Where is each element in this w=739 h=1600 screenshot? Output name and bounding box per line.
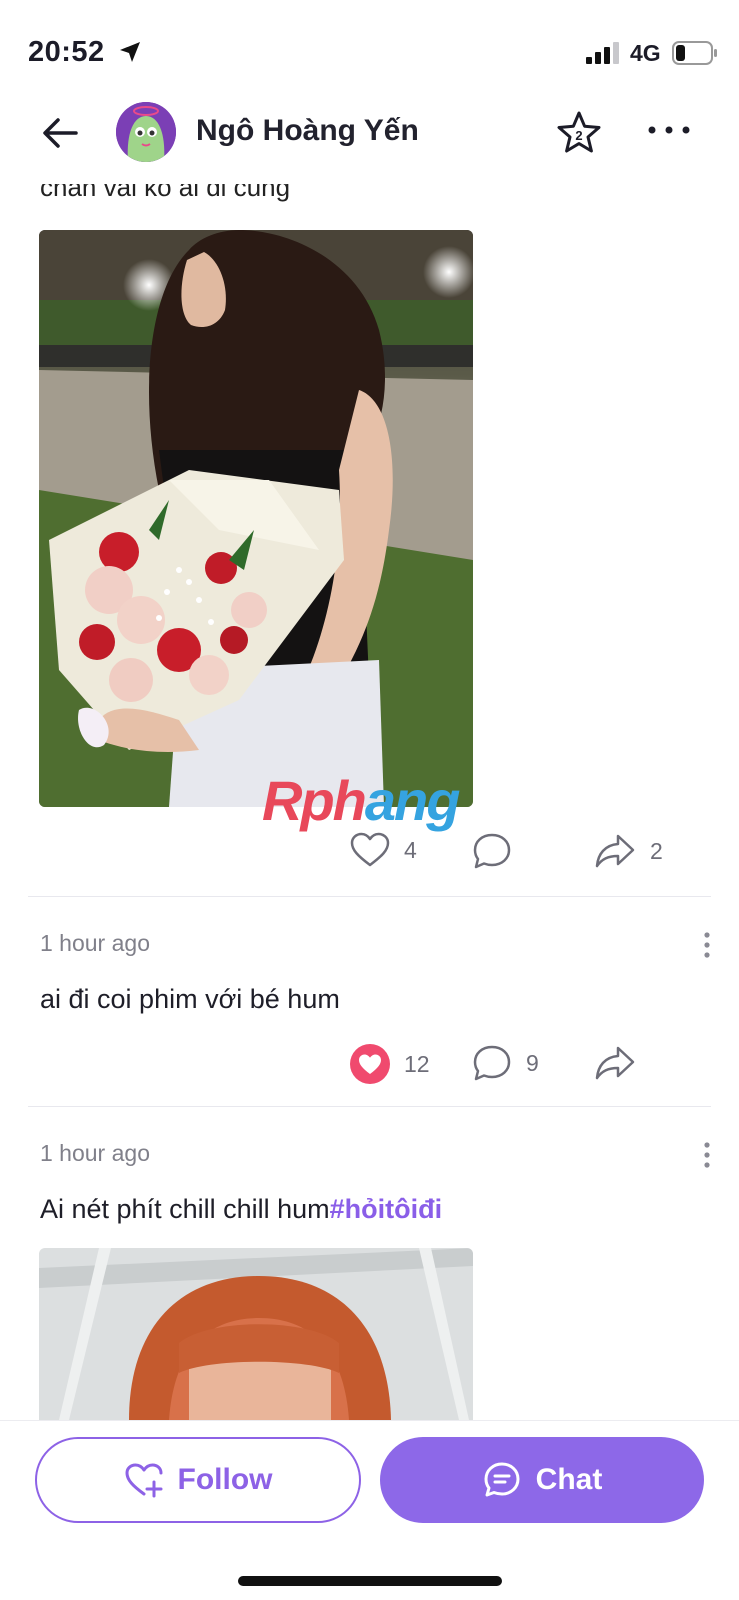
watermark-part1: Rph <box>262 769 367 832</box>
photo-red-haired-woman <box>39 1248 473 1420</box>
heart-plus-icon <box>125 1463 162 1498</box>
share-arrow-icon <box>595 1046 635 1080</box>
post-timestamp: 1 hour ago <box>40 930 150 956</box>
post-menu-icon[interactable] <box>700 930 714 960</box>
chat-label: Chat <box>535 1463 603 1496</box>
bottom-action-bar: Follow Chat <box>0 1420 739 1600</box>
more-options-icon[interactable] <box>646 112 692 148</box>
share-count: 2 <box>650 837 663 864</box>
profile-header: Ngô Hoàng Yến 2 <box>0 98 739 184</box>
post-text: Ai nét phít chill chill hum#hỏitôiđi <box>40 1194 442 1225</box>
like-count: 4 <box>404 836 417 863</box>
heart-filled-icon <box>350 1044 390 1084</box>
hashtag-link[interactable]: #hỏitôiđi <box>330 1194 442 1224</box>
status-bar: 20:52 4G <box>0 0 739 100</box>
like-count: 12 <box>404 1050 430 1077</box>
comment-button[interactable] <box>472 832 512 870</box>
signal-icon <box>586 42 619 64</box>
avatar[interactable] <box>116 102 176 162</box>
battery-icon <box>672 41 717 65</box>
post-photo[interactable] <box>39 230 473 807</box>
network-type: 4G <box>630 40 661 66</box>
status-time: 20:52 <box>28 36 105 68</box>
share-button[interactable] <box>594 1044 636 1082</box>
post-timestamp: 1 hour ago <box>40 1140 150 1166</box>
post-body: Ai nét phít chill chill hum <box>40 1194 330 1224</box>
watermark: Rphang <box>262 768 461 833</box>
chat-button[interactable]: Chat <box>380 1437 704 1523</box>
follow-label: Follow <box>177 1463 273 1496</box>
like-button[interactable]: 4 <box>350 832 417 868</box>
heart-outline-icon <box>350 832 390 867</box>
like-button[interactable]: 12 <box>350 1044 430 1084</box>
comment-count: 9 <box>526 1049 539 1076</box>
home-indicator[interactable] <box>238 1576 502 1586</box>
post-divider <box>28 1106 711 1107</box>
comment-bubble-icon <box>473 833 511 869</box>
back-arrow-icon[interactable] <box>36 108 86 158</box>
comment-bubble-icon <box>473 1045 511 1081</box>
avatar-mascot-icon <box>116 102 176 162</box>
post-menu-icon[interactable] <box>700 1140 714 1170</box>
profile-name: Ngô Hoàng Yến <box>196 114 419 147</box>
chat-bubble-icon <box>484 1462 520 1497</box>
star-badge-icon[interactable]: 2 <box>556 110 602 156</box>
follow-button[interactable]: Follow <box>35 1437 361 1523</box>
photo-woman-with-bouquet <box>39 230 473 807</box>
share-arrow-icon <box>595 834 635 868</box>
comment-button[interactable]: 9 <box>472 1044 539 1082</box>
svg-text:2: 2 <box>575 128 582 143</box>
post-photo[interactable] <box>39 1248 473 1420</box>
share-button[interactable]: 2 <box>594 832 663 870</box>
post-divider <box>28 896 711 897</box>
location-arrow-icon <box>120 42 140 62</box>
post-text: ai đi coi phim với bé hum <box>40 984 340 1014</box>
watermark-part2: ang <box>364 769 461 832</box>
